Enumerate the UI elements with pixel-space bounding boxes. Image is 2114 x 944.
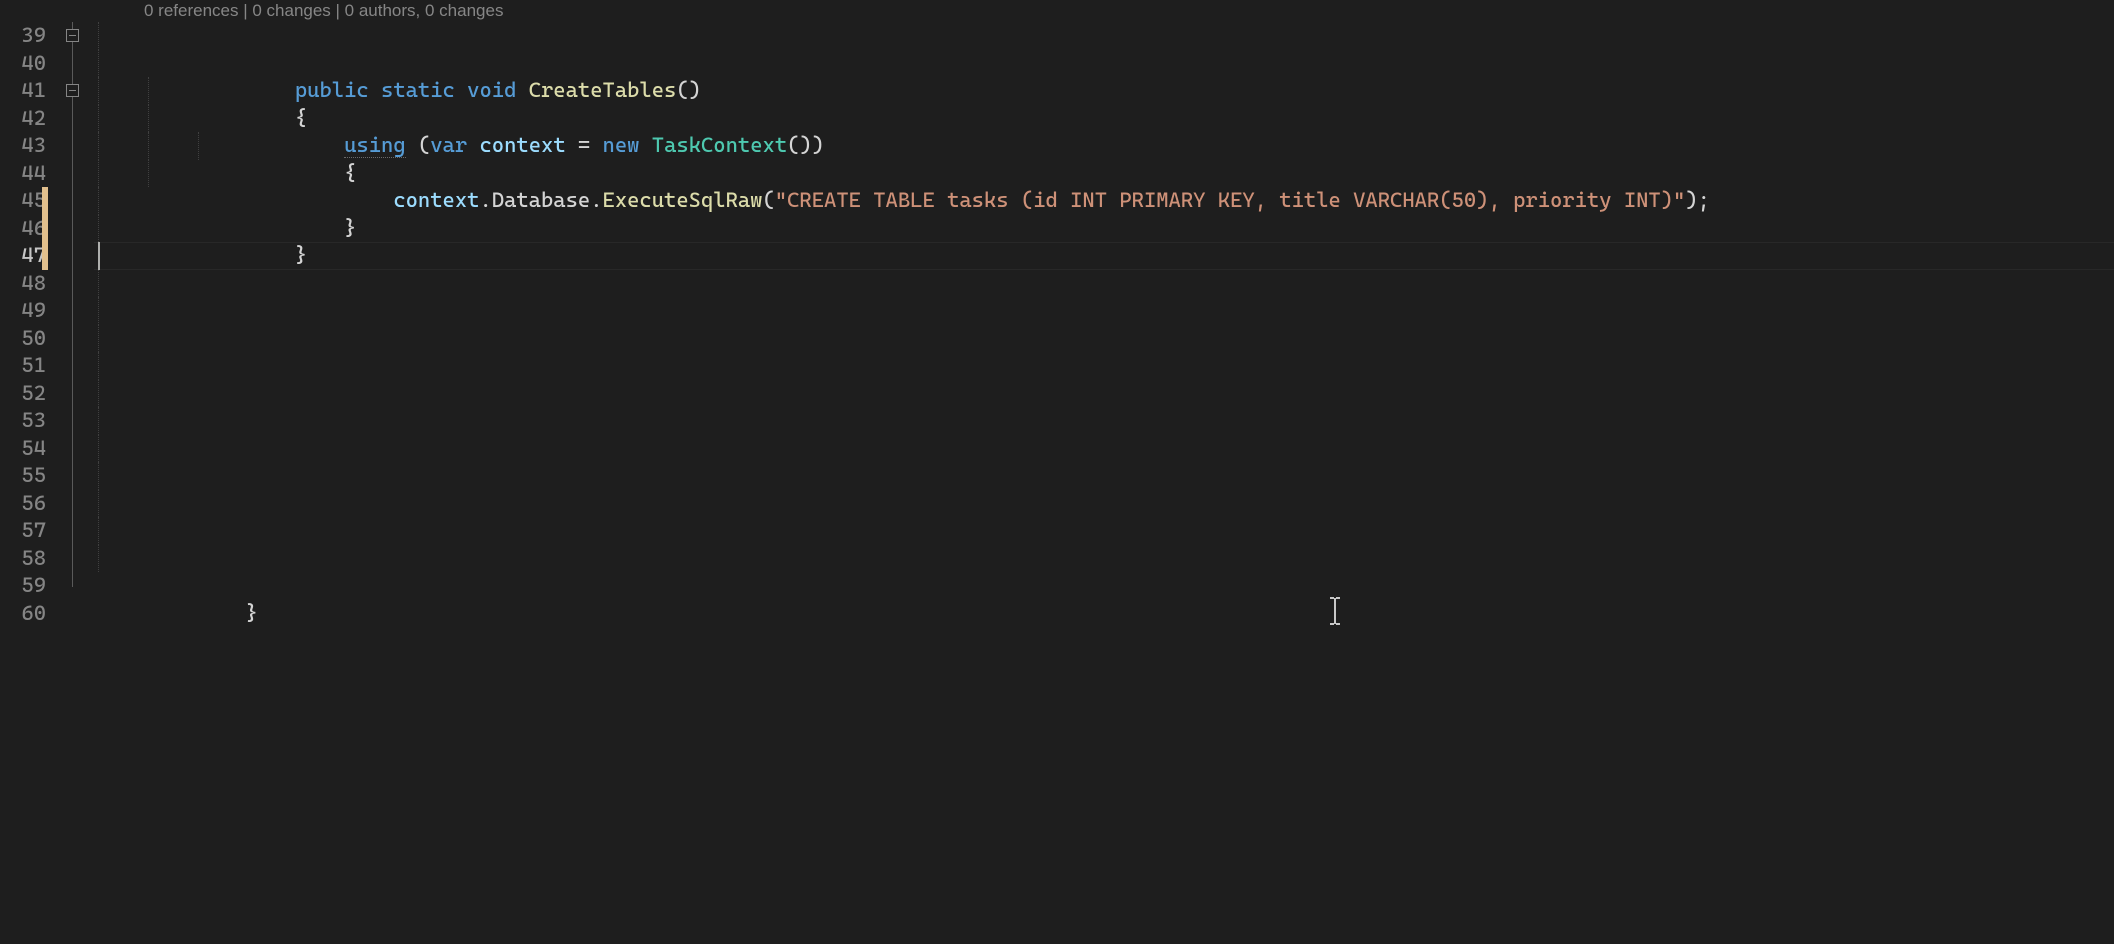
code-content[interactable]: 0 references | 0 changes | 0 authors, 0 …	[94, 0, 2114, 944]
line-number: 50	[0, 325, 46, 353]
code-line[interactable]	[94, 380, 2114, 408]
line-number: 44	[0, 160, 46, 188]
fold-toggle-icon[interactable]	[66, 84, 79, 97]
code-line[interactable]: public static void CreateTables()	[94, 22, 2114, 50]
line-number: 55	[0, 462, 46, 490]
text-cursor	[98, 242, 100, 270]
code-line[interactable]	[94, 600, 2114, 628]
modified-indicator	[42, 242, 48, 270]
code-line[interactable]	[94, 215, 2114, 243]
line-number: 46	[0, 215, 46, 243]
line-number: 39	[0, 22, 46, 50]
code-line[interactable]	[94, 325, 2114, 353]
code-line[interactable]: context.Database.ExecuteSqlRaw("CREATE T…	[94, 132, 2114, 160]
code-line[interactable]: }	[94, 160, 2114, 188]
line-number: 51	[0, 352, 46, 380]
line-number: 43	[0, 132, 46, 160]
line-number: 52	[0, 380, 46, 408]
code-line[interactable]	[94, 490, 2114, 518]
fold-toggle-icon[interactable]	[66, 29, 79, 42]
line-number: 40	[0, 50, 46, 78]
line-number: 42	[0, 105, 46, 133]
code-line[interactable]	[94, 270, 2114, 298]
code-line[interactable]: {	[94, 105, 2114, 133]
code-line[interactable]	[94, 462, 2114, 490]
code-line[interactable]	[94, 545, 2114, 573]
line-number: 41	[0, 77, 46, 105]
code-line[interactable]: }	[94, 187, 2114, 215]
code-line[interactable]	[94, 297, 2114, 325]
line-number: 45	[0, 187, 46, 215]
line-number-active: 47	[0, 242, 46, 270]
line-number: 54	[0, 435, 46, 463]
line-number: 57	[0, 517, 46, 545]
line-number: 48	[0, 270, 46, 298]
code-line[interactable]: {	[94, 50, 2114, 78]
line-number: 60	[0, 600, 46, 628]
line-number: 56	[0, 490, 46, 518]
modified-indicator	[42, 187, 48, 215]
code-line-active[interactable]	[94, 242, 2114, 270]
code-line[interactable]	[94, 517, 2114, 545]
line-number: 49	[0, 297, 46, 325]
line-number: 59	[0, 572, 46, 600]
line-number-gutter: 39 40 41 42 43 44 45 46 47 48 49 50 51 5…	[0, 0, 64, 944]
code-editor[interactable]: 39 40 41 42 43 44 45 46 47 48 49 50 51 5…	[0, 0, 2114, 944]
code-line[interactable]: using (var context = new TaskContext())	[94, 77, 2114, 105]
fold-gutter	[64, 0, 94, 944]
line-number: 53	[0, 407, 46, 435]
line-number: 58	[0, 545, 46, 573]
codelens-annotation[interactable]: 0 references | 0 changes | 0 authors, 0 …	[94, 0, 2114, 22]
modified-indicator	[42, 215, 48, 243]
code-line[interactable]	[94, 435, 2114, 463]
code-line[interactable]	[94, 352, 2114, 380]
code-line[interactable]	[94, 407, 2114, 435]
code-line[interactable]: }	[94, 572, 2114, 600]
